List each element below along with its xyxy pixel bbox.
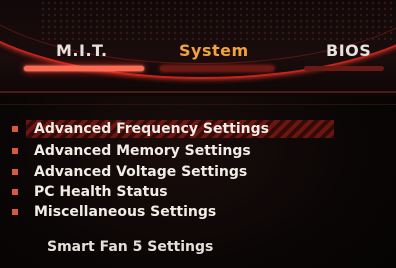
menu-item-pc-health-status[interactable]: PC Health Status (12, 182, 322, 202)
menu-item-miscellaneous-settings[interactable]: Miscellaneous Settings (12, 202, 322, 222)
menu-item-advanced-memory-settings[interactable]: Advanced Memory Settings (12, 141, 322, 161)
tab-mit[interactable]: M.I.T. (56, 40, 108, 62)
bullet-icon (12, 209, 18, 215)
menu-item-label: Advanced Memory Settings (34, 143, 251, 159)
bullet-icon (12, 189, 18, 195)
menu-item-advanced-frequency-settings[interactable]: Advanced Frequency Settings (12, 119, 334, 139)
menu-item-label: Advanced Voltage Settings (34, 164, 248, 180)
header-divider (0, 91, 396, 93)
tab-bios-indicator (304, 66, 384, 71)
menu-item-advanced-voltage-settings[interactable]: Advanced Voltage Settings (12, 162, 322, 182)
header-divider-thin (0, 104, 396, 105)
menu-item-smart-fan-5-settings[interactable]: Smart Fan 5 Settings (47, 239, 213, 255)
menu-item-label: PC Health Status (34, 184, 168, 200)
bullet-icon (12, 169, 18, 175)
tab-system[interactable]: System (179, 40, 249, 62)
menu-item-label: Miscellaneous Settings (34, 204, 217, 220)
bullet-icon (12, 126, 18, 132)
tab-bios[interactable]: BIOS (326, 40, 371, 62)
bios-screen: M.I.T. System BIOS Advanced Frequency Se… (0, 0, 396, 268)
bullet-icon (12, 148, 18, 154)
tab-system-indicator (160, 66, 274, 71)
menu-item-label: Advanced Frequency Settings (34, 121, 269, 137)
tab-mit-active-indicator (24, 66, 144, 71)
header-band: M.I.T. System BIOS (0, 0, 396, 96)
